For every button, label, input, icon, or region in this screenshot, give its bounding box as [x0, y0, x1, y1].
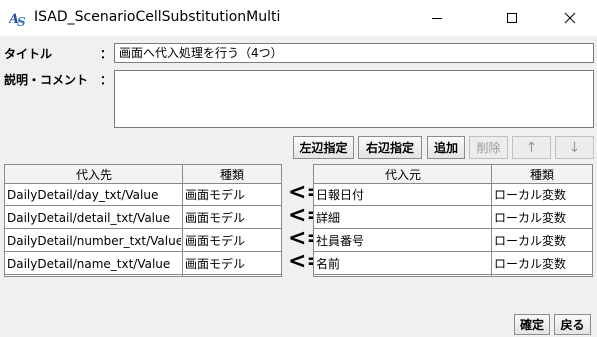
table-row[interactable]: DailyDetail/number_txt/Value 画面モデル: [5, 230, 281, 252]
close-button[interactable]: [547, 0, 593, 36]
table-row[interactable]: DailyDetail/name_txt/Value 画面モデル: [5, 253, 281, 275]
table-row[interactable]: DailyDetail/day_txt/Value 画面モデル: [5, 184, 281, 206]
type-cell: ローカル変数: [494, 211, 567, 225]
isad-logo-icon: A S: [9, 12, 26, 28]
type-cell: ローカル変数: [494, 257, 567, 271]
maximize-icon: [507, 13, 517, 23]
target-cell: DailyDetail/day_txt/Value: [7, 188, 159, 202]
table-row[interactable]: 日報日付 ローカル変数: [314, 184, 592, 206]
table-row[interactable]: 詳細 ローカル変数: [314, 207, 592, 229]
source-cell: 日報日付: [316, 188, 365, 202]
target-cell: DailyDetail/detail_txt/Value: [7, 211, 170, 225]
left-assign-button[interactable]: 左辺指定: [293, 136, 354, 159]
target-cell: DailyDetail/number_txt/Value: [7, 234, 181, 248]
column-header-target[interactable]: 代入先: [5, 165, 183, 184]
target-cell: DailyDetail/name_txt/Value: [7, 257, 171, 271]
table-row[interactable]: 社員番号 ローカル変数: [314, 230, 592, 252]
title-colon: ：: [100, 47, 113, 61]
source-cell: 詳細: [316, 211, 341, 225]
minimize-icon: [432, 18, 442, 19]
maximize-button[interactable]: [489, 0, 535, 36]
description-colon: ：: [100, 73, 113, 87]
column-header-type[interactable]: 種類: [183, 165, 281, 184]
confirm-button[interactable]: 確定: [514, 314, 550, 335]
delete-button[interactable]: 削除: [469, 136, 508, 159]
type-cell: ローカル変数: [494, 234, 567, 248]
right-assign-button[interactable]: 右辺指定: [358, 136, 422, 159]
assign-source-table[interactable]: 代入元 種類 日報日付 ローカル変数 詳細 ローカル変数 社員番号 ローカル変数…: [313, 164, 593, 277]
column-header-source[interactable]: 代入元: [314, 165, 492, 184]
minimize-button[interactable]: [414, 0, 460, 36]
window-title: ISAD_ScenarioCellSubstitutionMulti: [34, 9, 281, 25]
source-cell: 社員番号: [316, 234, 365, 248]
type-cell: ローカル変数: [494, 188, 567, 202]
column-header-type[interactable]: 種類: [492, 165, 592, 184]
title-label: タイトル: [4, 47, 53, 61]
table-row[interactable]: 名前 ローカル変数: [314, 253, 592, 275]
svg-text:S: S: [17, 15, 26, 28]
description-label: 説明・コメント: [4, 73, 89, 87]
back-button[interactable]: 戻る: [554, 314, 591, 335]
move-up-button[interactable]: ↑: [512, 136, 551, 159]
type-cell: 画面モデル: [185, 188, 246, 202]
type-cell: 画面モデル: [185, 234, 246, 248]
table-row[interactable]: DailyDetail/detail_txt/Value 画面モデル: [5, 207, 281, 229]
source-cell: 名前: [316, 257, 341, 271]
assign-target-table[interactable]: 代入先 種類 DailyDetail/day_txt/Value 画面モデル D…: [4, 164, 282, 277]
type-cell: 画面モデル: [185, 211, 246, 225]
description-textarea[interactable]: [114, 70, 594, 128]
type-cell: 画面モデル: [185, 257, 246, 271]
close-icon: [564, 12, 576, 24]
add-button[interactable]: 追加: [427, 136, 465, 159]
move-down-button[interactable]: ↓: [555, 136, 594, 159]
title-bar: A S ISAD_ScenarioCellSubstitutionMulti: [0, 0, 597, 36]
title-input[interactable]: 画面へ代入処理を行う（4つ）: [114, 43, 594, 63]
